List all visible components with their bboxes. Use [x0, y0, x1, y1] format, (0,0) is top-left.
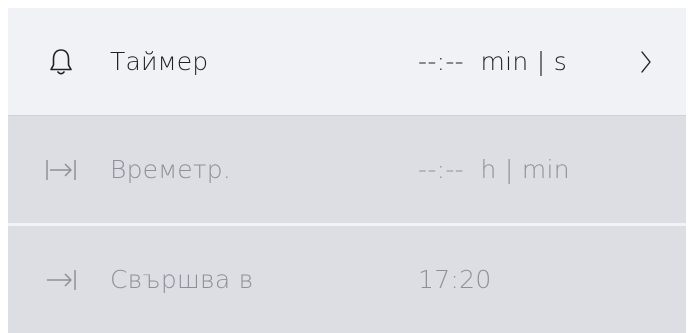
end-time-label: Свършва в	[110, 265, 254, 294]
timer-settings-panel: Таймер --:-- min | s Времетр. --:-- h | …	[8, 8, 686, 333]
duration-row: Времетр. --:-- h | min	[8, 116, 686, 223]
timer-label: Таймер	[110, 47, 209, 76]
chevron-right-icon	[636, 47, 656, 77]
duration-label: Времетр.	[110, 155, 231, 184]
end-time-value: 17:20	[418, 265, 492, 294]
duration-value: --:-- h | min	[418, 155, 570, 184]
bell-icon	[44, 45, 78, 79]
end-time-row: Свършва в 17:20	[8, 226, 686, 333]
timer-row[interactable]: Таймер --:-- min | s	[8, 8, 686, 115]
duration-icon	[44, 153, 78, 187]
timer-value: --:-- min | s	[418, 47, 568, 76]
end-time-icon	[44, 263, 78, 297]
